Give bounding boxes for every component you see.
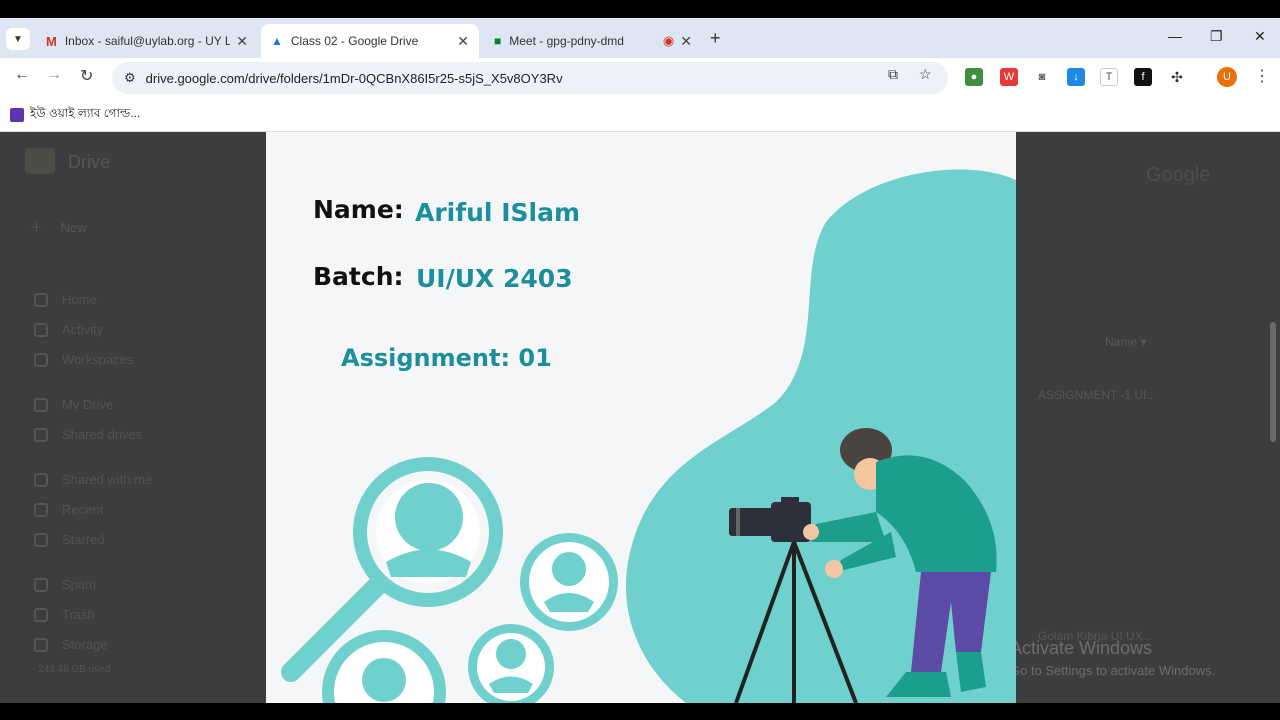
watermark-title: Activate Windows xyxy=(1010,638,1153,658)
my-drive-icon xyxy=(34,397,48,412)
sidebar-label: Spam xyxy=(62,577,96,592)
watermark-subtitle: Go to Settings to activate Windows. xyxy=(1010,663,1216,678)
activate-windows-watermark: Activate Windows Go to Settings to activ… xyxy=(1010,638,1215,678)
batch-value: UI/UX 2403 xyxy=(416,264,573,293)
browser-toolbar: ← → ↻ ⚙ drive.google.com/drive/folders/1… xyxy=(0,58,1280,98)
sidebar-item-spam[interactable]: Spam xyxy=(34,577,96,592)
drive-brand: Drive xyxy=(68,152,111,172)
new-button[interactable]: ＋ New xyxy=(30,217,87,236)
sidebar-label: Shared with me xyxy=(62,472,153,487)
new-button-label: New xyxy=(60,220,87,235)
star-icon xyxy=(34,532,48,547)
bell-icon xyxy=(34,322,48,337)
assignment-slide: Name: Ariful ISlam Batch: UI/UX 2403 Ass… xyxy=(266,132,1016,703)
sidebar-item-home[interactable]: Home xyxy=(34,292,97,307)
tab-meet[interactable]: ■ Meet - gpg-pdny-dmd ◉ ✕ xyxy=(484,24,702,58)
name-label: Name: xyxy=(313,195,404,224)
extension-t-icon[interactable]: T xyxy=(1100,68,1118,86)
user-avatar-icon xyxy=(520,533,618,631)
sort-label: Name xyxy=(1105,335,1138,349)
cloud-icon xyxy=(34,637,48,652)
bookmark-sheet-icon xyxy=(10,107,24,122)
tab-drive[interactable]: ▲ Class 02 - Google Drive ✕ xyxy=(261,24,479,58)
user-avatar-icon xyxy=(468,624,554,703)
extension-camera-icon[interactable]: ◙ xyxy=(1033,68,1051,86)
close-icon[interactable]: ✕ xyxy=(457,33,469,50)
drive-icon: ▲ xyxy=(271,34,283,48)
browser-window: ▼ M Inbox - saiful@uylab.org - UY L ✕ ▲ … xyxy=(0,18,1280,703)
sort-name-button[interactable]: Name ▾ xyxy=(1105,335,1146,349)
sidebar-label: My Drive xyxy=(62,397,114,412)
sidebar-label: Storage xyxy=(62,637,108,652)
address-bar[interactable]: ⚙ drive.google.com/drive/folders/1mDr-0Q… xyxy=(112,62,948,94)
sidebar-label: Workspaces xyxy=(62,352,134,367)
close-icon[interactable]: ✕ xyxy=(236,33,248,50)
reload-button[interactable]: ↻ xyxy=(80,66,93,86)
sidebar-item-shared-with-me[interactable]: Shared with me xyxy=(34,472,152,487)
sidebar-label: Trash xyxy=(62,607,95,622)
sidebar-label: Activity xyxy=(62,322,104,337)
menu-dots-icon[interactable]: ⋮ xyxy=(1254,66,1270,86)
letterbox-bar xyxy=(0,703,1280,720)
new-tab-button[interactable]: + xyxy=(710,28,721,49)
scrollbar[interactable] xyxy=(1270,322,1276,442)
sidebar-item-recent[interactable]: Recent xyxy=(34,502,103,517)
tab-search-button[interactable]: ▼ xyxy=(6,28,30,50)
sidebar-item-my-drive[interactable]: My Drive xyxy=(34,397,113,412)
spam-icon xyxy=(34,577,48,592)
recording-icon: ◉ xyxy=(662,33,675,48)
forward-button[interactable]: → xyxy=(46,66,62,84)
sidebar-label: Home xyxy=(62,292,97,307)
site-info-icon[interactable]: ⚙ xyxy=(124,70,136,86)
bookmark-star-icon[interactable]: ☆ xyxy=(919,66,932,83)
profile-avatar[interactable]: U xyxy=(1217,67,1237,87)
trash-icon xyxy=(34,607,48,622)
bookmark-item[interactable]: ইউ ওয়াই ল্যাব গোল্ড... xyxy=(30,105,140,125)
home-icon xyxy=(34,292,48,307)
gmail-icon: M xyxy=(46,33,57,49)
bookmarks-bar: ইউ ওয়াই ল্যাব গোল্ড... xyxy=(0,98,1280,132)
sidebar-item-shared-drives[interactable]: Shared drives xyxy=(34,427,142,442)
file-item[interactable]: ASSIGNMENT -1 UI... xyxy=(1038,388,1156,402)
install-app-icon[interactable]: ⧉ xyxy=(888,66,898,83)
tab-gmail[interactable]: M Inbox - saiful@uylab.org - UY L ✕ xyxy=(36,24,258,58)
drive-logo-icon xyxy=(25,148,55,174)
tab-bar: ▼ M Inbox - saiful@uylab.org - UY L ✕ ▲ … xyxy=(0,18,1280,58)
extension-w-icon[interactable]: W xyxy=(1000,68,1018,86)
workspaces-icon xyxy=(34,352,48,367)
extensions-puzzle-icon[interactable]: ✣ xyxy=(1168,68,1186,86)
name-value: Ariful ISlam xyxy=(415,198,580,227)
batch-label: Batch: xyxy=(313,262,404,291)
sidebar-label: Starred xyxy=(62,532,105,547)
minimize-button[interactable]: — xyxy=(1168,28,1182,44)
close-window-button[interactable]: ✕ xyxy=(1254,28,1266,45)
clock-icon xyxy=(34,502,48,517)
restore-button[interactable]: ❐ xyxy=(1210,28,1223,45)
back-button[interactable]: ← xyxy=(14,66,30,84)
sidebar-label: Recent xyxy=(62,502,104,517)
close-icon[interactable]: ✕ xyxy=(680,33,692,50)
extension-f-icon[interactable]: f xyxy=(1134,68,1152,86)
sidebar-item-activity[interactable]: Activity xyxy=(34,322,103,337)
meet-icon: ■ xyxy=(494,34,502,48)
sidebar-item-storage[interactable]: Storage xyxy=(34,637,108,652)
shared-drives-icon xyxy=(34,427,48,442)
extension-download-icon[interactable]: ↓ xyxy=(1067,68,1085,86)
sidebar-item-workspaces[interactable]: Workspaces xyxy=(34,352,133,367)
sidebar-item-trash[interactable]: Trash xyxy=(34,607,95,622)
sidebar-label: Shared drives xyxy=(62,427,143,442)
google-logo: Google xyxy=(1146,164,1211,186)
sidebar-item-starred[interactable]: Starred xyxy=(34,532,105,547)
extension-globe-icon[interactable]: ● xyxy=(965,68,983,86)
people-icon xyxy=(34,472,48,487)
assignment-title: Assignment: 01 xyxy=(341,344,552,372)
storage-used: 243.48 GB used xyxy=(38,664,111,675)
user-avatar-icon xyxy=(322,630,446,703)
